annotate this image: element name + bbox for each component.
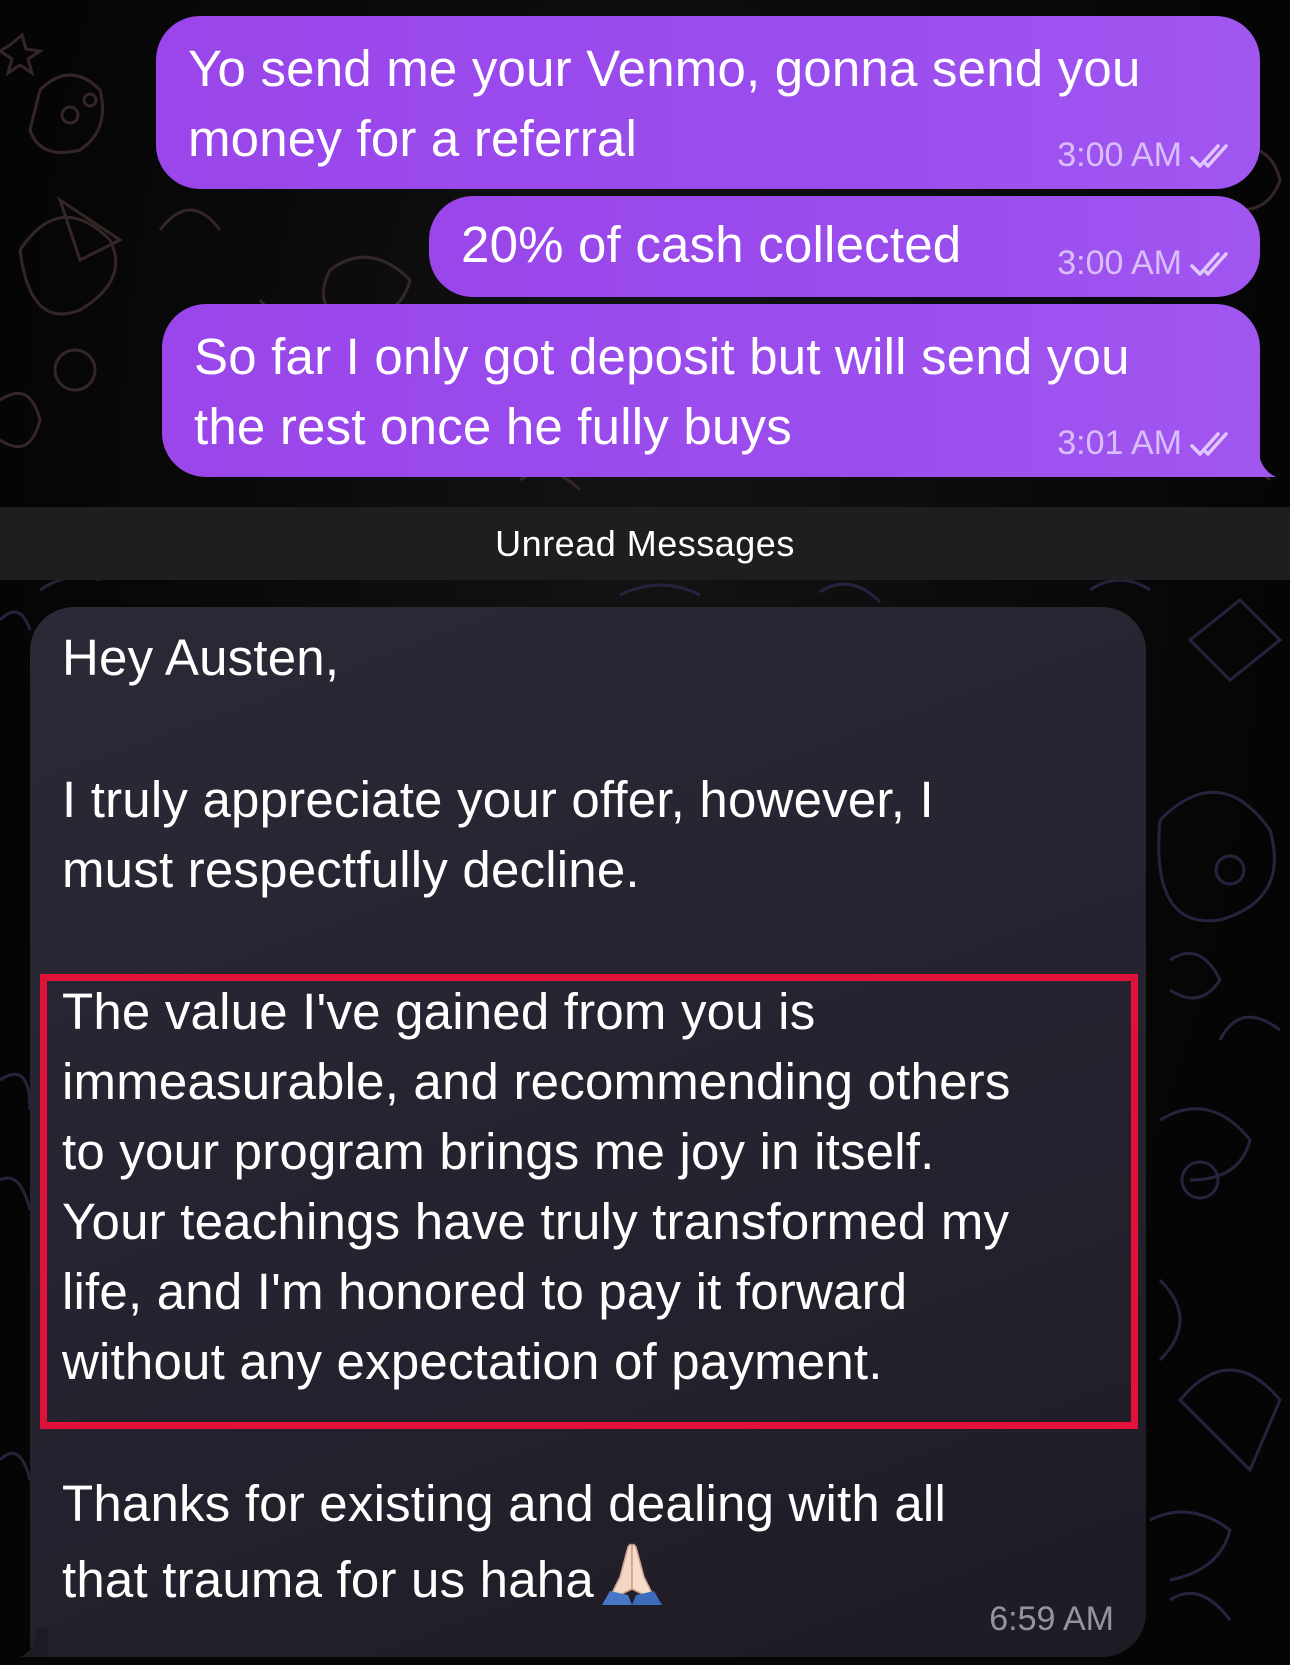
outgoing-message[interactable]: Yo send me your Venmo, gonna send you mo… bbox=[156, 16, 1260, 189]
message-text: Thanks for existing and dealing with all… bbox=[62, 1475, 946, 1608]
message-meta: 3:01 AM bbox=[1057, 424, 1232, 463]
unread-messages-label: Unread Messages bbox=[495, 522, 795, 564]
message-paragraph: Thanks for existing and dealing with all… bbox=[62, 1469, 1116, 1615]
bubble-tail bbox=[1248, 448, 1276, 477]
message-time: 3:01 AM bbox=[1057, 424, 1182, 462]
praying-hands-icon bbox=[602, 1543, 663, 1605]
outgoing-message[interactable]: So far I only got deposit but will send … bbox=[162, 304, 1260, 477]
unread-messages-divider: Unread Messages bbox=[0, 507, 1290, 580]
message-meta: 3:00 AM bbox=[1057, 244, 1232, 283]
read-double-check-icon bbox=[1190, 143, 1228, 168]
message-time: 3:00 AM bbox=[1057, 136, 1182, 174]
outgoing-message[interactable]: 20% of cash collected 3:00 AM bbox=[429, 196, 1260, 297]
message-meta: 3:00 AM bbox=[1057, 136, 1232, 175]
message-time: 3:00 AM bbox=[1057, 244, 1182, 282]
bubble-tail bbox=[20, 1628, 48, 1657]
message-greeting: Hey Austen, bbox=[62, 629, 340, 686]
highlight-annotation-box bbox=[40, 974, 1138, 1429]
message-meta: 6:59 AM bbox=[989, 1600, 1114, 1639]
message-time: 6:59 AM bbox=[989, 1600, 1114, 1638]
message-paragraph: I truly appreciate your offer, however, … bbox=[62, 771, 934, 898]
read-double-check-icon bbox=[1190, 251, 1228, 276]
read-double-check-icon bbox=[1190, 431, 1228, 456]
